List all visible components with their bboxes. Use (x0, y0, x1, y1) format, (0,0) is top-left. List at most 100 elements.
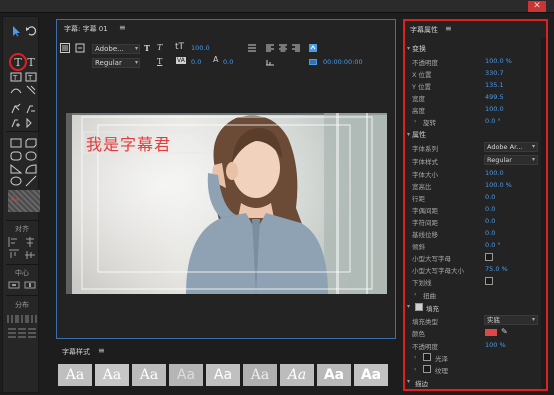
style-swatch-3[interactable]: Aa (132, 364, 166, 386)
kerning-value[interactable]: 0.0 (191, 58, 201, 66)
smallcaps-size-value[interactable]: 75.0 % (485, 265, 508, 273)
opacity-value[interactable]: 100.0 % (485, 57, 512, 65)
properties-expand-icon[interactable]: ▾ (407, 131, 410, 138)
leading-value[interactable]: 0.0 (223, 58, 233, 66)
kerning-prop-value[interactable]: 0.0 (485, 205, 495, 213)
fill-color-swatch[interactable] (485, 329, 497, 336)
font-size-prop-value[interactable]: 100.0 (485, 169, 504, 177)
rounded-corner-tool-icon[interactable] (24, 150, 38, 162)
selection-tool-icon[interactable] (9, 25, 23, 37)
style-swatch-8[interactable]: Aa (317, 364, 351, 386)
sheen-expand-icon[interactable]: › (414, 354, 416, 361)
font-style-select[interactable]: Regular (484, 155, 538, 165)
align-left-icon[interactable] (7, 236, 21, 248)
slant-value[interactable]: 0.0 ° (485, 241, 501, 249)
convert-anchor-icon[interactable] (24, 117, 38, 129)
bold-icon[interactable]: T (144, 43, 150, 53)
leading-label: 行距 (412, 195, 425, 203)
align-right-text-icon[interactable] (291, 43, 301, 55)
panel-menu-icon[interactable]: ≡ (119, 23, 126, 32)
rectangle-tool-icon[interactable] (9, 137, 23, 149)
tracking-value[interactable]: 0.0 (485, 217, 495, 225)
fill-opacity-value[interactable]: 100 % (485, 341, 506, 349)
style-swatch-4[interactable]: Aa (169, 364, 203, 386)
align-middle-icon[interactable] (23, 249, 37, 261)
delete-anchor-icon[interactable] (24, 103, 38, 115)
rotation-expand-icon[interactable]: › (414, 118, 416, 125)
close-window-button[interactable]: ✕ (528, 1, 546, 12)
timecode-icon[interactable] (308, 57, 318, 69)
baseline-row: 基线位移 0.0 (405, 228, 546, 239)
leading-prop-value[interactable]: 0.0 (485, 193, 495, 201)
vertical-path-type-tool-icon[interactable] (24, 84, 38, 96)
distort-expand-icon[interactable]: › (414, 291, 416, 298)
center-horizontal-icon[interactable] (7, 279, 21, 291)
stroke-expand-icon[interactable]: ▾ (407, 378, 410, 385)
aspect-value[interactable]: 100.0 % (485, 181, 512, 189)
timecode-value[interactable]: 00:00:00:00 (323, 58, 363, 66)
align-left-text-icon[interactable] (265, 43, 275, 55)
font-style-label: 字体样式 (412, 158, 438, 166)
background-video-icon[interactable] (60, 43, 70, 55)
font-family-dropdown[interactable]: Adobe... (92, 44, 140, 54)
baseline-value[interactable]: 0.0 (485, 229, 495, 237)
vertical-area-type-tool-icon[interactable]: T (24, 71, 38, 83)
transform-expand-icon[interactable]: ▾ (407, 45, 410, 52)
arc-tool-icon[interactable] (24, 163, 38, 175)
styles-menu-icon[interactable]: ≡ (98, 346, 105, 355)
type-tool-icon[interactable]: T (11, 56, 25, 69)
smallcaps-checkbox[interactable] (485, 253, 493, 261)
vertical-type-tool-icon[interactable]: T (24, 56, 38, 69)
texture-checkbox[interactable] (423, 365, 431, 373)
center-vertical-icon[interactable] (23, 279, 37, 291)
opacity-row: 不透明度 100.0 % (405, 56, 546, 67)
properties-section[interactable]: 属性 (412, 130, 426, 140)
subtitle-text[interactable]: 我是字幕君 (86, 131, 171, 155)
font-style-dropdown[interactable]: Regular (92, 58, 140, 68)
area-type-tool-icon[interactable]: T (9, 71, 23, 83)
fill-type-select[interactable]: 实底 (484, 315, 538, 325)
style-swatch-6[interactable]: Aa (243, 364, 277, 386)
align-center-text-icon[interactable] (278, 43, 288, 55)
width-value[interactable]: 499.5 (485, 93, 504, 101)
rotation-value[interactable]: 0.0 ° (485, 117, 501, 125)
add-anchor-icon[interactable] (9, 117, 23, 129)
y-position-value[interactable]: 135.1 (485, 81, 504, 89)
style-swatch-5[interactable]: Aa (206, 364, 240, 386)
distribute-6-icon[interactable] (25, 327, 39, 339)
rotate-tool-icon[interactable] (24, 25, 38, 37)
style-swatch-2[interactable]: Aa (95, 364, 129, 386)
font-family-select[interactable]: Adobe Ar... (484, 142, 538, 152)
wedge-tool-icon[interactable] (9, 163, 23, 175)
rounded-rect-tool-icon[interactable] (9, 150, 23, 162)
eyedropper-icon[interactable]: ✎ (501, 327, 508, 336)
clipped-rect-tool-icon[interactable] (24, 137, 38, 149)
line-tool-icon[interactable] (24, 175, 38, 187)
sheen-checkbox[interactable] (423, 353, 431, 361)
properties-menu-icon[interactable]: ≡ (445, 24, 452, 33)
roll-crawl-icon[interactable] (308, 43, 318, 55)
italic-icon[interactable]: T (157, 43, 162, 52)
path-type-tool-icon[interactable] (9, 84, 23, 96)
height-value[interactable]: 100.0 (485, 105, 504, 113)
new-title-icon[interactable] (75, 43, 85, 55)
font-size-value[interactable]: 100.0 (191, 44, 210, 52)
pen-tool-icon[interactable] (9, 103, 23, 115)
style-swatch-7[interactable]: Aa (280, 364, 314, 386)
ellipse-tool-icon[interactable] (9, 175, 23, 187)
style-swatch-1[interactable]: Aa (58, 364, 92, 386)
texture-expand-icon[interactable]: › (414, 366, 416, 373)
transform-section[interactable]: 变换 (412, 44, 426, 54)
underline-checkbox[interactable] (485, 277, 493, 285)
fill-checkbox[interactable] (415, 303, 423, 311)
underline-icon[interactable]: T (157, 57, 162, 66)
x-position-value[interactable]: 330.7 (485, 69, 504, 77)
align-top-icon[interactable] (7, 249, 21, 261)
title-canvas[interactable]: 我是字幕君 (66, 113, 387, 294)
distribute-3-icon[interactable] (25, 313, 39, 325)
align-center-icon[interactable] (23, 236, 37, 248)
style-swatch-9[interactable]: Aa (354, 364, 388, 386)
leading-adjust-icon[interactable] (247, 43, 257, 55)
tab-stops-icon[interactable] (265, 57, 275, 69)
fill-expand-icon[interactable]: ▾ (407, 303, 410, 310)
